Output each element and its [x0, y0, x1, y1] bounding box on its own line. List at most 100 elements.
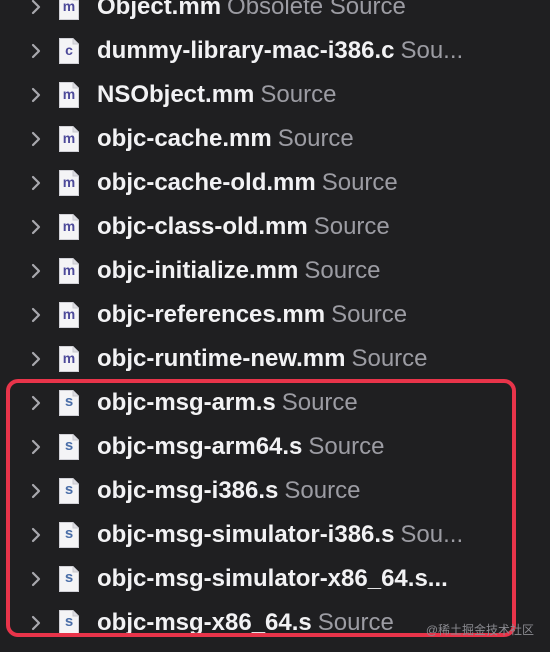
mm-file-icon: m — [58, 345, 80, 373]
file-label: objc-runtime-new.mm Source — [97, 344, 512, 374]
file-label: Object.mm Obsolete Source — [97, 0, 512, 22]
file-type-letter: c — [65, 42, 73, 58]
mm-file-icon: m — [58, 169, 80, 197]
mm-file-icon: m — [58, 301, 80, 329]
chevron-right-icon[interactable] — [28, 351, 44, 367]
file-name: dummy-library-mac-i386.c — [97, 37, 395, 64]
mm-file-icon: m — [58, 81, 80, 109]
file-kind: Source — [304, 257, 381, 284]
mm-file-icon: m — [58, 257, 80, 285]
file-row[interactable]: c dummy-library-mac-i386.c Sou... — [0, 29, 550, 73]
file-kind: Source — [308, 433, 385, 460]
file-row[interactable]: m objc-runtime-new.mm Source — [0, 337, 550, 381]
file-type-letter: m — [62, 350, 76, 366]
file-name: objc-msg-simulator-x86_64.s... — [97, 565, 448, 592]
chevron-right-icon[interactable] — [28, 571, 44, 587]
file-kind: Source — [277, 125, 354, 152]
file-row[interactable]: m objc-cache.mm Source — [0, 117, 550, 161]
file-kind: Source — [281, 389, 358, 416]
chevron-right-icon[interactable] — [28, 307, 44, 323]
file-row[interactable]: s objc-msg-arm.s Source — [0, 381, 550, 425]
file-row[interactable]: s objc-msg-simulator-x86_64.s... — [0, 557, 550, 601]
chevron-right-icon[interactable] — [28, 43, 44, 59]
file-name: Object.mm — [97, 0, 222, 20]
file-row[interactable]: m NSObject.mm Source — [0, 73, 550, 117]
chevron-right-icon[interactable] — [28, 219, 44, 235]
file-name: NSObject.mm — [97, 81, 255, 108]
file-kind: Source — [313, 213, 390, 240]
chevron-right-icon[interactable] — [28, 175, 44, 191]
file-type-letter: m — [62, 174, 76, 190]
file-kind: Source — [260, 81, 337, 108]
asm-file-icon: s — [58, 565, 80, 593]
chevron-right-icon[interactable] — [28, 527, 44, 543]
file-kind: Sou... — [400, 37, 464, 64]
file-kind: Source — [321, 169, 398, 196]
file-type-letter: s — [64, 569, 74, 586]
file-type-letter: s — [64, 437, 74, 454]
file-name: objc-initialize.mm — [97, 257, 299, 284]
file-row[interactable]: m objc-cache-old.mm Source — [0, 161, 550, 205]
file-kind: Source — [331, 301, 408, 328]
file-label: objc-cache-old.mm Source — [97, 168, 512, 198]
file-label: objc-msg-arm64.s Source — [97, 432, 512, 462]
file-label: dummy-library-mac-i386.c Sou... — [97, 36, 512, 66]
file-row[interactable]: m objc-initialize.mm Source — [0, 249, 550, 293]
file-label: objc-msg-arm.s Source — [97, 388, 512, 418]
file-row[interactable]: s objc-msg-i386.s Source — [0, 469, 550, 513]
chevron-right-icon[interactable] — [28, 615, 44, 631]
asm-file-icon: s — [58, 477, 80, 505]
file-name: objc-msg-simulator-i386.s — [97, 521, 395, 548]
asm-file-icon: s — [58, 609, 80, 637]
file-row[interactable]: s objc-msg-arm64.s Source — [0, 425, 550, 469]
chevron-right-icon[interactable] — [28, 483, 44, 499]
file-kind: Obsolete Source — [227, 0, 406, 20]
watermark: @稀土掘金技术社区 — [425, 623, 534, 637]
file-label: objc-initialize.mm Source — [97, 256, 512, 286]
file-kind: Source — [284, 477, 361, 504]
chevron-right-icon[interactable] — [28, 263, 44, 279]
chevron-right-icon[interactable] — [28, 87, 44, 103]
file-name: objc-msg-arm64.s — [97, 433, 303, 460]
file-label: NSObject.mm Source — [97, 80, 512, 110]
chevron-right-icon[interactable] — [28, 131, 44, 147]
file-name: objc-cache-old.mm — [97, 169, 316, 196]
file-name: objc-references.mm — [97, 301, 326, 328]
file-type-letter: s — [64, 613, 74, 630]
mm-file-icon: m — [58, 0, 80, 21]
file-label: objc-references.mm Source — [97, 300, 512, 330]
file-type-letter: m — [62, 218, 76, 234]
file-type-letter: m — [62, 86, 76, 102]
file-type-letter: s — [64, 481, 74, 498]
file-label: objc-class-old.mm Source — [97, 212, 512, 242]
chevron-right-icon[interactable] — [28, 439, 44, 455]
file-name: objc-msg-i386.s — [97, 477, 279, 504]
file-label: objc-cache.mm Source — [97, 124, 512, 154]
file-row[interactable]: m Object.mm Obsolete Source — [0, 0, 550, 29]
file-label: objc-msg-simulator-x86_64.s... — [97, 564, 512, 594]
asm-file-icon: s — [58, 389, 80, 417]
mm-file-icon: m — [58, 213, 80, 241]
mm-file-icon: m — [58, 125, 80, 153]
file-label: objc-msg-simulator-i386.s Sou... — [97, 520, 512, 550]
file-type-letter: m — [62, 0, 76, 14]
asm-file-icon: s — [58, 521, 80, 549]
file-label: objc-msg-i386.s Source — [97, 476, 512, 506]
chevron-right-icon[interactable] — [28, 395, 44, 411]
file-type-letter: m — [62, 130, 76, 146]
file-type-letter: m — [62, 306, 76, 322]
file-name: objc-cache.mm — [97, 125, 272, 152]
file-kind: Source — [351, 345, 428, 372]
file-row[interactable]: m objc-class-old.mm Source — [0, 205, 550, 249]
file-row[interactable]: s objc-msg-simulator-i386.s Sou... — [0, 513, 550, 557]
chevron-right-icon[interactable] — [28, 0, 44, 15]
file-kind: Sou... — [400, 521, 464, 548]
file-row[interactable]: m objc-references.mm Source — [0, 293, 550, 337]
file-name: objc-msg-arm.s — [97, 389, 276, 416]
file-type-letter: m — [62, 262, 76, 278]
file-kind: Source — [317, 609, 394, 636]
file-name: objc-runtime-new.mm — [97, 345, 346, 372]
c-file-icon: c — [58, 37, 80, 65]
file-type-letter: s — [64, 393, 74, 410]
file-type-letter: s — [64, 525, 74, 542]
